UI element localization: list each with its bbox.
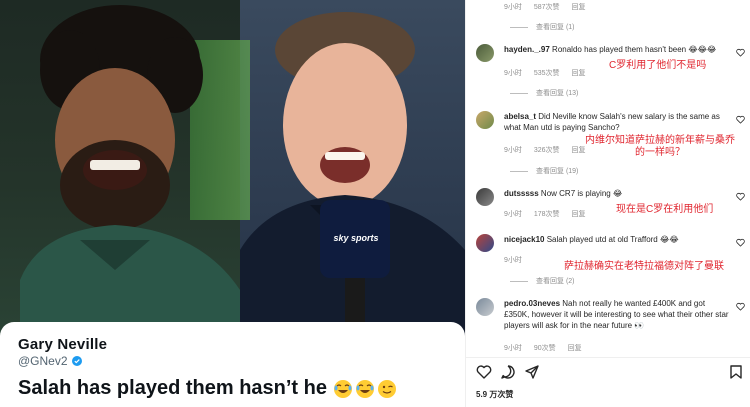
comment-meta: 9小时 587次赞 回复 [504,2,596,12]
replies-dash [510,26,528,28]
post-image: sky sports Gary Neville @GNev2 Salah has… [0,0,465,407]
comment-text: Did Neville know Salah's new salary is t… [504,112,720,132]
likes-total[interactable]: 5.9 万次赞 [476,389,513,400]
laughing-face-icon [355,379,374,398]
tweet-author-handle: @GNev2 [18,354,68,368]
comment-username[interactable]: pedro.03neves [504,299,560,308]
replies-dash [510,92,528,94]
tweet-author-name: Gary Neville [18,336,108,353]
comment-time: 9小时 [504,147,522,154]
comment-translation: 内维尔知道萨拉赫的新年薪与桑乔 的一样吗？ [574,135,746,159]
comment-translation-line: 的一样吗？ [635,147,685,158]
laughing-face-icon [333,379,352,398]
comment-likes-count[interactable]: 535次赞 [534,70,560,77]
heart-icon[interactable] [736,192,745,201]
comment-likes-count[interactable]: 90次赞 [534,345,556,352]
comment-time: 9小时 [504,211,522,218]
comment-username[interactable]: hayden._.97 [504,45,550,54]
heart-icon[interactable] [736,238,745,247]
comment-text: Salah played utd at old Trafford 😂😂 [546,235,679,244]
comment-meta: 9小时 90次赞 回复 [504,343,592,353]
comment-username[interactable]: dutsssss [504,189,539,198]
comment-likes-count[interactable]: 587次赞 [534,4,560,11]
reply-button[interactable]: 回复 [572,147,586,154]
heart-icon[interactable] [736,115,745,124]
avatar[interactable] [476,234,494,252]
comment-body: pedro.03neves Nah not really he wanted £… [504,298,732,331]
view-replies-link[interactable]: 查看回复 (19) [510,166,578,176]
winking-face-icon [377,379,396,398]
heart-icon[interactable] [736,48,745,57]
comment-time: 9小时 [504,70,522,77]
mic-brand-label: sky sports [333,233,379,243]
tweet-text-content: Salah has played them hasn’t he [18,377,327,399]
comment-time: 9小时 [504,4,522,11]
comment-time: 9小时 [504,257,522,264]
verified-icon [71,356,82,366]
comment-icon[interactable] [500,364,516,380]
view-replies-label[interactable]: 查看回复 (19) [536,166,578,176]
comment-likes-count[interactable]: 178次赞 [534,211,560,218]
comment-meta: 9小时 178次赞 回复 [504,209,596,219]
reply-button[interactable]: 回复 [572,4,586,11]
share-icon[interactable] [524,364,540,380]
view-replies-label[interactable]: 查看回复 (1) [536,22,575,32]
reply-button[interactable]: 回复 [572,70,586,77]
comment-username[interactable]: nicejack10 [504,235,544,244]
comment-body: dutsssss Now CR7 is playing 😂 [504,188,742,199]
divider [466,357,750,358]
action-bar [476,364,746,382]
comment-likes-count[interactable]: 326次赞 [534,147,560,154]
replies-dash [510,170,528,172]
reply-button[interactable]: 回复 [568,345,582,352]
comment-meta: 9小时 535次赞 回复 [504,68,596,78]
reply-button[interactable]: 回复 [572,211,586,218]
comment-time: 9小时 [504,345,522,352]
comment-meta: 9小时 [504,255,532,265]
tweet-text: Salah has played them hasn’t he [18,377,447,400]
view-replies-label[interactable]: 查看回复 (13) [536,88,578,98]
comment-body: nicejack10 Salah played utd at old Traff… [504,234,742,245]
comment-item: pedro.03neves Nah not really he wanted £… [476,298,746,342]
view-replies-link[interactable]: 查看回复 (13) [510,88,578,98]
bookmark-icon[interactable] [728,364,744,380]
comment-text: Ronaldo has played them hasn't been 😂😂😂 [552,45,717,54]
avatar[interactable] [476,44,494,62]
comment-body: hayden._.97 Ronaldo has played them hasn… [504,44,742,55]
comment-username[interactable]: abelsa_t [504,112,536,121]
comment-text: Now CR7 is playing 😂 [540,189,623,198]
view-replies-label[interactable]: 查看回复 (2) [536,276,575,286]
avatar[interactable] [476,188,494,206]
view-replies-link[interactable]: 查看回复 (1) [510,22,575,32]
tweet-emojis [333,379,397,399]
comment-translation: 萨拉赫确实在老特拉福德对阵了曼联 [564,261,724,272]
comments-panel: 9小时 587次赞 回复 查看回复 (1) hayden._.97 Ronald… [465,0,750,407]
heart-icon[interactable] [736,302,745,311]
comment-body: abelsa_t Did Neville know Salah's new sa… [504,111,732,133]
avatar[interactable] [476,111,494,129]
comment-translation: 现在是C罗在利用他们 [616,204,714,215]
comment-translation: C罗利用了他们不是吗 [609,60,707,71]
view-replies-link[interactable]: 查看回复 (2) [510,276,575,286]
heart-icon[interactable] [476,364,492,380]
comment-translation-line: 内维尔知道萨拉赫的新年薪与桑乔 [585,135,735,146]
tweet-card: Gary Neville @GNev2 Salah has played the… [0,322,465,407]
replies-dash [510,280,528,282]
comment-meta: 9小时 326次赞 回复 [504,145,596,155]
avatar[interactable] [476,298,494,316]
